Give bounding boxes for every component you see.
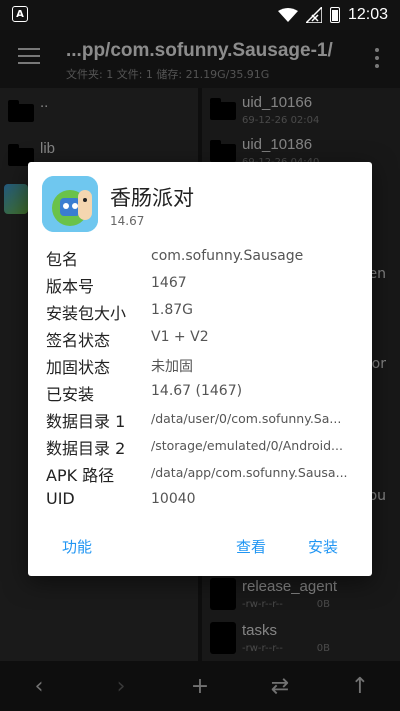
info-value: 1.87G: [151, 302, 194, 318]
info-label: 已安装: [46, 385, 95, 404]
info-value: 1467: [151, 275, 187, 291]
info-value: com.sofunny.Sausage: [151, 248, 304, 264]
function-button[interactable]: 功能: [62, 536, 92, 557]
info-label: 包名: [46, 250, 79, 269]
info-row-size: 安装包大小 1.87G: [46, 300, 366, 326]
battery-icon: [329, 7, 340, 23]
info-label: 安装包大小: [46, 304, 127, 323]
info-value: V1 + V2: [151, 329, 209, 345]
app-notification-icon: A: [12, 6, 28, 22]
wifi-icon: [277, 8, 298, 22]
info-row-data-dir-2: 数据目录 2 /storage/emulated/0/Android...: [46, 435, 366, 461]
info-label: 加固状态: [46, 358, 111, 377]
info-value: /data/app/com.sofunny.Sausa...: [151, 465, 348, 480]
info-row-package: 包名 com.sofunny.Sausage: [46, 246, 366, 272]
app-icon: [42, 176, 98, 232]
status-time: 12:03: [347, 6, 388, 23]
info-label: 数据目录 2: [46, 439, 126, 458]
app-name: 香肠派对: [110, 186, 194, 210]
info-row-hardening: 加固状态 未加固: [46, 354, 366, 380]
info-value: /data/user/0/com.sofunny.Sa...: [151, 411, 342, 426]
info-row-installed: 已安装 14.67 (1467): [46, 381, 366, 407]
info-value: 未加固: [151, 359, 193, 375]
info-row-uid: UID 10040: [46, 489, 366, 515]
info-row-signature: 签名状态 V1 + V2: [46, 327, 366, 353]
info-row-version-code: 版本号 1467: [46, 273, 366, 299]
signal-icon: [305, 7, 322, 23]
info-row-data-dir-1: 数据目录 1 /data/user/0/com.sofunny.Sa...: [46, 408, 366, 434]
info-row-apk-path: APK 路径 /data/app/com.sofunny.Sausa...: [46, 462, 366, 488]
info-value: 10040: [151, 491, 196, 507]
info-label: UID: [46, 489, 75, 508]
info-label: 数据目录 1: [46, 412, 126, 431]
info-value: /storage/emulated/0/Android...: [151, 438, 343, 453]
info-label: 版本号: [46, 277, 95, 296]
dialog-actions: 功能 查看 安装: [28, 530, 372, 564]
screen: A 12:03 ...pp/com.sofunny.Sausage-1/ 文件夹…: [0, 0, 400, 711]
install-button[interactable]: 安装: [308, 536, 338, 557]
app-version: 14.67: [110, 214, 145, 228]
info-label: APK 路径: [46, 466, 115, 485]
info-value: 14.67 (1467): [151, 383, 243, 399]
status-bar: A 12:03: [0, 0, 400, 30]
view-button[interactable]: 查看: [236, 536, 266, 557]
info-label: 签名状态: [46, 331, 111, 350]
apk-info-dialog: 香肠派对 14.67 包名 com.sofunny.Sausage 版本号 14…: [28, 162, 372, 576]
